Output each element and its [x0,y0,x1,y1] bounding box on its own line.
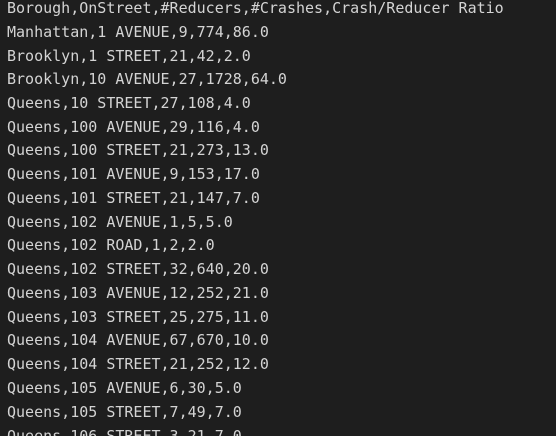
text-line[interactable]: Queens,102 AVENUE,1,5,5.0 [7,210,233,234]
text-line[interactable]: Queens,105 STREET,7,49,7.0 [7,400,242,424]
text-line[interactable]: Queens,103 STREET,25,275,11.0 [7,305,269,329]
text-line[interactable]: Queens,10 STREET,27,108,4.0 [7,91,251,115]
text-line[interactable]: Queens,101 STREET,21,147,7.0 [7,186,260,210]
text-line[interactable]: Queens,105 AVENUE,6,30,5.0 [7,376,242,400]
text-line[interactable]: Borough,OnStreet,#Reducers,#Crashes,Cras… [7,0,504,20]
text-line[interactable]: Queens,104 AVENUE,67,670,10.0 [7,328,269,352]
text-line[interactable]: Queens,106 STREET,3,21,7.0 [7,424,242,436]
text-line[interactable]: Brooklyn,1 STREET,21,42,2.0 [7,44,251,68]
text-line[interactable]: Queens,104 STREET,21,252,12.0 [7,352,269,376]
text-line[interactable]: Brooklyn,10 AVENUE,27,1728,64.0 [7,67,287,91]
text-editor[interactable]: Borough,OnStreet,#Reducers,#Crashes,Cras… [0,0,556,436]
text-line[interactable]: Manhattan,1 AVENUE,9,774,86.0 [7,20,269,44]
text-line[interactable]: Queens,100 AVENUE,29,116,4.0 [7,115,260,139]
text-line[interactable]: Queens,103 AVENUE,12,252,21.0 [7,281,269,305]
text-line[interactable]: Queens,101 AVENUE,9,153,17.0 [7,162,260,186]
text-line[interactable]: Queens,102 STREET,32,640,20.0 [7,257,269,281]
text-line[interactable]: Queens,100 STREET,21,273,13.0 [7,138,269,162]
text-line[interactable]: Queens,102 ROAD,1,2,2.0 [7,233,215,257]
